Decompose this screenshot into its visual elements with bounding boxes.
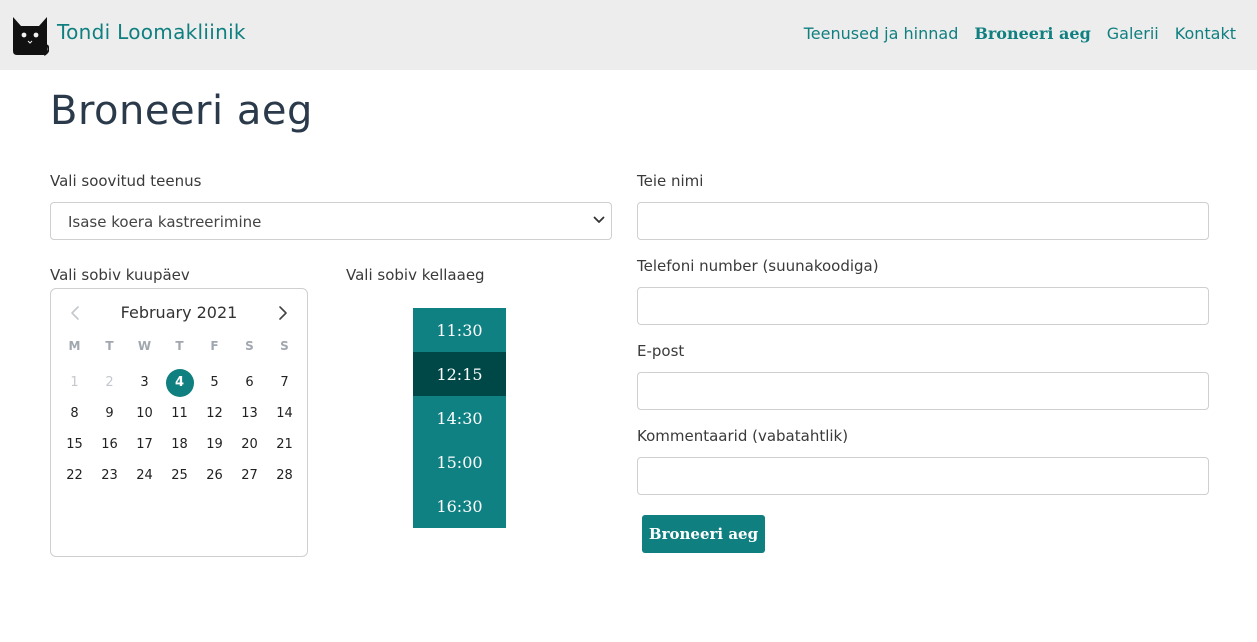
black-cat-icon[interactable] xyxy=(11,15,49,56)
calendar-day[interactable]: 20 xyxy=(232,429,267,460)
nav-item-booking[interactable]: Broneeri aeg xyxy=(974,24,1090,43)
selected-day-marker: 4 xyxy=(165,368,194,397)
weekday-header: S xyxy=(280,339,289,353)
time-slot[interactable]: 14:30 xyxy=(413,396,506,440)
calendar-day[interactable]: 7 xyxy=(267,367,302,398)
phone-input[interactable] xyxy=(637,287,1209,325)
time-label: Vali sobiv kellaaeg xyxy=(346,266,485,284)
calendar-day[interactable]: 15 xyxy=(57,429,92,460)
calendar-day-selected[interactable]: 4 xyxy=(162,367,197,398)
comment-label: Kommentaarid (vabatahtlik) xyxy=(637,427,849,445)
calendar-day[interactable]: 5 xyxy=(197,367,232,398)
chevron-down-icon xyxy=(593,216,605,223)
time-slot-selected[interactable]: 12:15 xyxy=(413,352,506,396)
book-button[interactable]: Broneeri aeg xyxy=(642,515,765,553)
calendar-day[interactable]: 19 xyxy=(197,429,232,460)
nav-item-services[interactable]: Teenused ja hinnad xyxy=(804,24,959,43)
calendar-day[interactable]: 12 xyxy=(197,398,232,429)
weekday-header: S xyxy=(245,339,254,353)
time-slot[interactable]: 11:30 xyxy=(413,308,506,352)
calendar-day[interactable]: 23 xyxy=(92,460,127,491)
calendar-day[interactable]: 28 xyxy=(267,460,302,491)
calendar-grid: M T W T F S S 1 2 3 4 5 6 7 8 9 10 11 12 13 14 15 16 17 18 19 20 21… xyxy=(57,339,302,491)
calendar-day[interactable]: 22 xyxy=(57,460,92,491)
brand-name[interactable]: Tondi Loomakliinik xyxy=(57,20,246,44)
main-nav: Teenused ja hinnad Broneeri aeg Galerii … xyxy=(804,24,1236,43)
calendar-day[interactable]: 17 xyxy=(127,429,162,460)
calendar-day[interactable]: 18 xyxy=(162,429,197,460)
nav-item-gallery[interactable]: Galerii xyxy=(1107,24,1159,43)
weekday-header: F xyxy=(210,339,219,353)
nav-item-contact[interactable]: Kontakt xyxy=(1175,24,1236,43)
time-slot[interactable]: 15:00 xyxy=(413,440,506,484)
weekday-header: T xyxy=(175,339,184,353)
email-label: E-post xyxy=(637,342,685,360)
date-label: Vali sobiv kuupäev xyxy=(50,266,190,284)
phone-label: Telefoni number (suunakoodiga) xyxy=(637,257,879,275)
calendar-day[interactable]: 27 xyxy=(232,460,267,491)
calendar-day[interactable]: 24 xyxy=(127,460,162,491)
comment-input[interactable] xyxy=(637,457,1209,495)
calendar-day[interactable]: 13 xyxy=(232,398,267,429)
name-input[interactable] xyxy=(637,202,1209,240)
service-select-value: Isase koera kastreerimine xyxy=(68,213,262,231)
service-select[interactable]: Isase koera kastreerimine xyxy=(50,202,612,240)
service-label: Vali soovitud teenus xyxy=(50,172,202,190)
weekday-header: W xyxy=(137,339,152,353)
calendar-day[interactable]: 6 xyxy=(232,367,267,398)
calendar-day[interactable]: 11 xyxy=(162,398,197,429)
calendar-day[interactable]: 26 xyxy=(197,460,232,491)
calendar-month-title: February 2021 xyxy=(120,303,238,322)
calendar-day[interactable]: 9 xyxy=(92,398,127,429)
email-input[interactable] xyxy=(637,372,1209,410)
weekday-header: T xyxy=(105,339,114,353)
calendar-day[interactable]: 8 xyxy=(57,398,92,429)
calendar-day[interactable]: 25 xyxy=(162,460,197,491)
name-label: Teie nimi xyxy=(637,172,704,190)
calendar-day: 2 xyxy=(105,375,114,390)
chevron-right-icon[interactable] xyxy=(277,305,289,321)
time-slot[interactable]: 16:30 xyxy=(413,484,506,528)
date-picker: February 2021 M T W T F S S 1 2 3 4 5 6 7 8 9 10 11 12 13 14… xyxy=(50,288,308,557)
time-slot-list: 11:30 12:15 14:30 15:00 16:30 xyxy=(413,308,506,528)
calendar-day[interactable]: 3 xyxy=(127,367,162,398)
calendar-day[interactable]: 14 xyxy=(267,398,302,429)
calendar-day: 1 xyxy=(70,375,79,390)
calendar-day[interactable]: 10 xyxy=(127,398,162,429)
navbar: Tondi Loomakliinik Teenused ja hinnad Br… xyxy=(0,0,1257,70)
weekday-header: M xyxy=(68,339,81,353)
calendar-day[interactable]: 16 xyxy=(92,429,127,460)
calendar-day[interactable]: 21 xyxy=(267,429,302,460)
page-title: Broneeri aeg xyxy=(50,88,313,134)
